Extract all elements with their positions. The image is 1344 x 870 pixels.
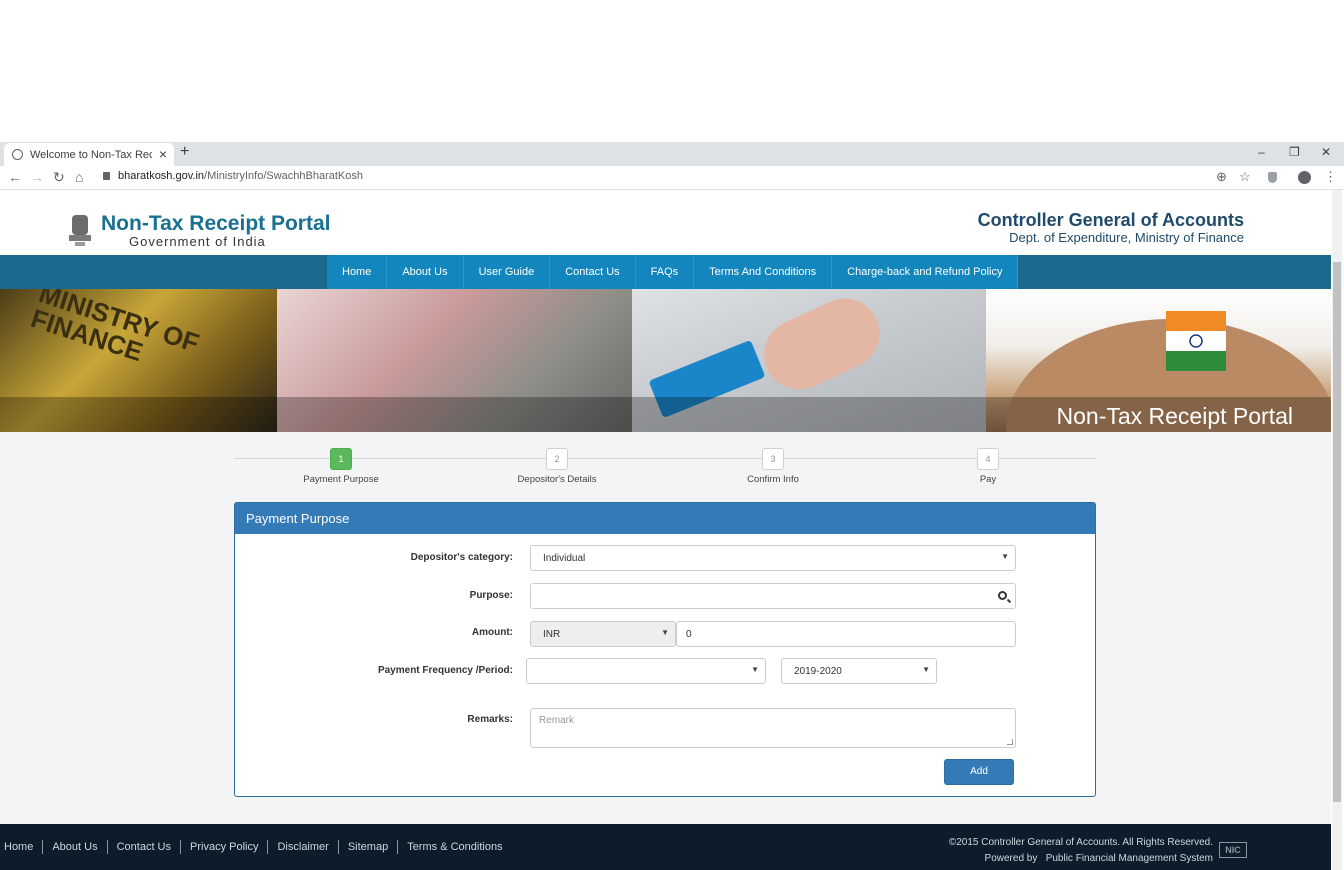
amount-label: Amount: [471, 627, 513, 638]
footer-links: Home About Us Contact Us Privacy Policy … [0, 840, 512, 854]
footer-link-contact-us[interactable]: Contact Us [108, 840, 182, 854]
tab-title: Welcome to Non-Tax Receipt Po [30, 148, 152, 161]
amount-input[interactable]: 0 [676, 621, 1016, 647]
step-label: Confirm Info [747, 474, 799, 485]
browser-address-bar: ← → ↻ ⌂ bharatkosh.gov.in/MinistryInfo/S… [0, 166, 1344, 190]
category-value: Individual [543, 552, 586, 564]
nav-item-about-us[interactable]: About Us [387, 255, 464, 289]
step-payment-purpose[interactable]: 1 Payment Purpose [286, 448, 396, 485]
step-depositor-details[interactable]: 2 Depositor's Details [502, 448, 612, 485]
home-button[interactable]: ⌂ [75, 169, 83, 185]
footer-link-privacy-policy[interactable]: Privacy Policy [181, 840, 269, 854]
web-page: Non-Tax Receipt Portal Government of Ind… [0, 190, 1344, 870]
finger-shape [752, 289, 892, 402]
new-tab-button[interactable]: + [180, 143, 189, 161]
main-navigation: Home About Us User Guide Contact Us FAQs… [0, 255, 1331, 289]
step-label: Depositor's Details [517, 474, 597, 485]
currency-select[interactable]: INR ▼ [530, 621, 676, 647]
scrollbar-thumb[interactable] [1333, 262, 1341, 802]
category-label: Depositor's category: [410, 552, 513, 563]
bookmark-star-icon[interactable]: ☆ [1239, 169, 1251, 185]
copyright-text: ©2015 Controller General of Accounts. Al… [948, 837, 1213, 848]
remarks-placeholder: Remark [539, 715, 575, 726]
depositor-category-select[interactable]: Individual ▼ [530, 545, 1016, 571]
currency-value: INR [543, 628, 561, 640]
indian-flag-icon [1166, 311, 1226, 371]
footer-credits: ©2015 Controller General of Accounts. Al… [949, 835, 1213, 867]
portal-title: Non-Tax Receipt Portal [101, 212, 331, 235]
hero-banner: MINISTRY OF FINANCE Non-Tax Receipt Port… [0, 289, 1331, 432]
cga-subtitle: Dept. of Expenditure, Ministry of Financ… [1009, 230, 1244, 245]
profile-avatar-icon[interactable] [1298, 171, 1311, 184]
nav-item-refund-policy[interactable]: Charge-back and Refund Policy [832, 255, 1019, 289]
browser-menu-icon[interactable]: ⋮ [1324, 169, 1337, 185]
period-select[interactable]: 2019-2020 ▼ [781, 658, 937, 684]
portal-subtitle: Government of India [129, 234, 266, 249]
add-button[interactable]: Add [944, 759, 1014, 785]
payment-purpose-panel: Payment Purpose Depositor's category: In… [234, 502, 1096, 797]
amount-value: 0 [686, 628, 692, 640]
nav-item-faqs[interactable]: FAQs [635, 255, 695, 289]
banner-ministry-text: MINISTRY OF FINANCE [27, 289, 203, 368]
step-number: 4 [977, 448, 999, 470]
cga-title: Controller General of Accounts [977, 210, 1244, 230]
panel-title: Payment Purpose [235, 503, 1095, 534]
back-button[interactable]: ← [8, 169, 22, 185]
step-number: 3 [762, 448, 784, 470]
payment-frequency-select[interactable]: ▼ [526, 658, 766, 684]
minimize-button[interactable]: – [1258, 145, 1265, 159]
powered-by-text: Powered by Public Financial Management S… [984, 853, 1213, 864]
tab-close-icon[interactable]: × [159, 146, 167, 162]
site-header: Non-Tax Receipt Portal Government of Ind… [0, 190, 1331, 256]
step-pay[interactable]: 4 Pay [933, 448, 1043, 485]
step-confirm-info[interactable]: 3 Confirm Info [718, 448, 828, 485]
footer-link-sitemap[interactable]: Sitemap [339, 840, 399, 854]
remarks-label: Remarks: [467, 714, 513, 725]
search-icon[interactable] [998, 591, 1007, 600]
site-footer: Home About Us Contact Us Privacy Policy … [0, 824, 1331, 870]
extension-shield-icon[interactable] [1268, 172, 1277, 183]
url-host: bharatkosh.gov.in [118, 170, 205, 182]
reload-button[interactable]: ↻ [53, 169, 65, 186]
step-number: 2 [546, 448, 568, 470]
footer-link-terms[interactable]: Terms & Conditions [398, 840, 511, 854]
browser-tab[interactable]: Welcome to Non-Tax Receipt Po × [4, 143, 174, 166]
zoom-icon[interactable]: ⊕ [1216, 169, 1227, 185]
step-label: Pay [979, 474, 997, 485]
top-blank-area [0, 0, 1344, 142]
footer-link-disclaimer[interactable]: Disclaimer [268, 840, 339, 854]
window-close-button[interactable]: ✕ [1321, 145, 1331, 159]
chevron-down-icon: ▼ [1001, 552, 1009, 561]
nav-item-user-guide[interactable]: User Guide [463, 255, 551, 289]
step-number: 1 [330, 448, 352, 470]
lock-icon [103, 172, 110, 180]
browser-tab-bar: Welcome to Non-Tax Receipt Po × + – ❐ ✕ [0, 142, 1344, 166]
step-label: Payment Purpose [303, 474, 379, 485]
nic-logo: NIC [1219, 842, 1247, 858]
chevron-down-icon: ▼ [751, 665, 759, 674]
nav-item-home[interactable]: Home [327, 255, 388, 289]
banner-caption: Non-Tax Receipt Portal [1056, 403, 1294, 429]
chevron-down-icon: ▼ [661, 628, 669, 637]
wizard-steps: 1 Payment Purpose 2 Depositor's Details … [234, 448, 1096, 488]
purpose-input[interactable] [530, 583, 1016, 609]
national-emblem-icon [69, 215, 91, 246]
nav-item-terms[interactable]: Terms And Conditions [694, 255, 833, 289]
period-value: 2019-2020 [794, 665, 842, 677]
globe-icon [12, 149, 23, 160]
chevron-down-icon: ▼ [922, 665, 930, 674]
resize-handle-icon[interactable] [1007, 739, 1013, 745]
restore-button[interactable]: ❐ [1289, 145, 1300, 159]
url-field[interactable]: bharatkosh.gov.in/MinistryInfo/SwachhBha… [103, 170, 363, 182]
footer-link-home[interactable]: Home [0, 840, 44, 854]
forward-button[interactable]: → [30, 169, 44, 185]
nav-item-contact-us[interactable]: Contact Us [550, 255, 636, 289]
purpose-label: Purpose: [469, 590, 513, 601]
frequency-label: Payment Frequency /Period: [377, 665, 513, 676]
url-path: /MinistryInfo/SwachhBharatKosh [204, 170, 363, 182]
remarks-textarea[interactable]: Remark [530, 708, 1016, 748]
footer-link-about-us[interactable]: About Us [43, 840, 108, 854]
